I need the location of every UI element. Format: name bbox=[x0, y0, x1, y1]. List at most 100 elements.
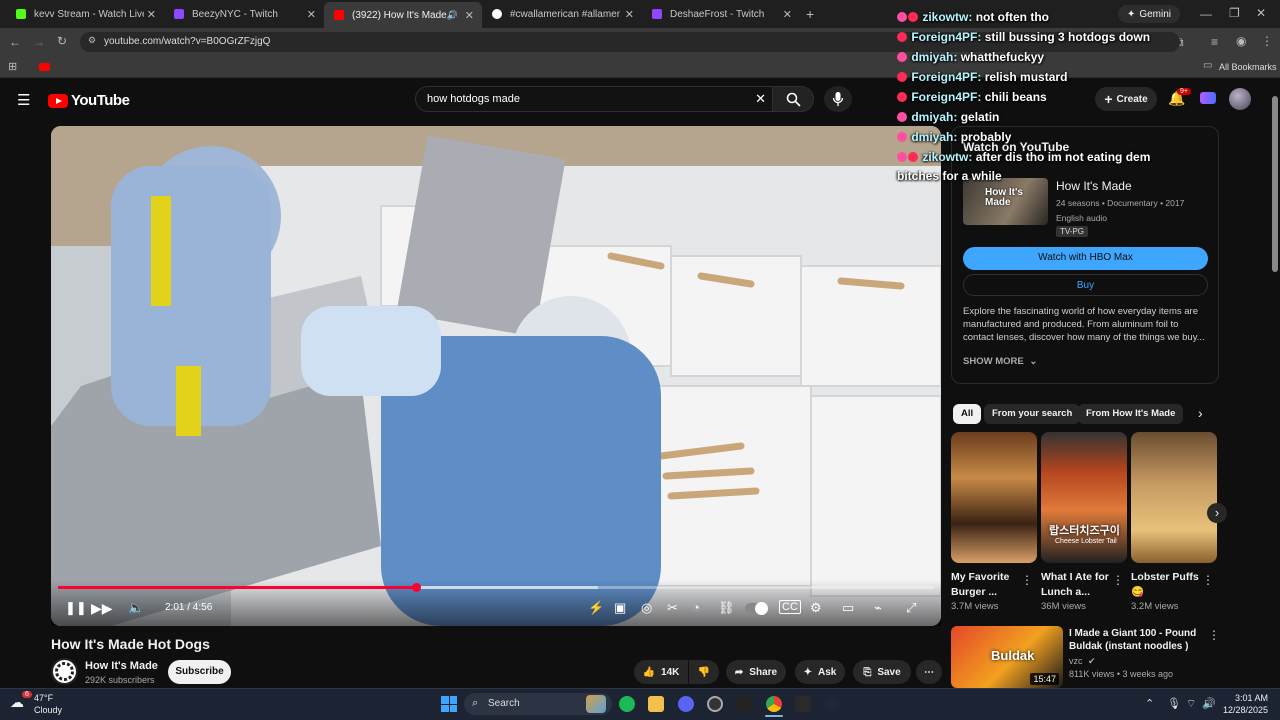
short-thumbnail-burger[interactable] bbox=[951, 432, 1037, 563]
speaker-icon[interactable]: 🔊 bbox=[1202, 697, 1216, 710]
more-actions-button[interactable]: ⋯ bbox=[916, 660, 942, 684]
captions-icon[interactable]: CC bbox=[779, 600, 801, 614]
youtube-premium-icon[interactable] bbox=[1200, 92, 1216, 104]
progress-scrubber[interactable] bbox=[412, 583, 421, 592]
youtube-bookmark-icon[interactable] bbox=[39, 63, 50, 71]
close-tab-icon[interactable]: ✕ bbox=[783, 8, 792, 21]
menu-icon[interactable]: ⋮ bbox=[1261, 34, 1273, 48]
chip-all[interactable]: All bbox=[953, 404, 982, 424]
new-tab-icon[interactable]: + bbox=[806, 6, 814, 22]
forward-icon[interactable]: → bbox=[33, 35, 45, 49]
avatar[interactable] bbox=[1229, 88, 1251, 110]
more-vertical-icon[interactable]: ⋮ bbox=[1021, 573, 1033, 587]
autoplay-toggle[interactable] bbox=[745, 602, 768, 615]
settings-gear-icon[interactable]: ⚙ bbox=[810, 600, 822, 616]
miniplayer-lightning-icon[interactable]: ⚡ bbox=[588, 600, 604, 616]
audio-playing-icon[interactable]: 🔊 bbox=[447, 10, 458, 21]
buy-button[interactable]: Buy bbox=[963, 274, 1208, 296]
weather-condition[interactable]: Cloudy bbox=[34, 705, 62, 715]
search-button[interactable] bbox=[772, 86, 814, 112]
like-button[interactable]: 👍 14K bbox=[634, 660, 688, 684]
chrome-icon[interactable] bbox=[766, 696, 782, 712]
show-thumbnail[interactable]: How It's Made bbox=[963, 178, 1048, 225]
recommended-channel[interactable]: vzc ✔ bbox=[1069, 656, 1096, 667]
pause-icon[interactable]: ❚❚ bbox=[65, 600, 87, 616]
clock-date[interactable]: 12/28/2025 bbox=[1218, 705, 1268, 715]
search-input[interactable]: how hotdogs made ✕ bbox=[415, 86, 775, 112]
theater-mode-icon[interactable]: ▭ bbox=[842, 600, 854, 616]
site-info-icon[interactable]: ⚙ bbox=[88, 35, 96, 46]
app-icon[interactable] bbox=[795, 696, 811, 712]
hamburger-menu-icon[interactable]: ☰ bbox=[17, 91, 30, 109]
link-icon[interactable]: ⛓ bbox=[718, 600, 735, 616]
show-hidden-icons-chevron-icon[interactable]: ⌃ bbox=[1145, 697, 1154, 710]
subscribe-button[interactable]: Subscribe bbox=[168, 660, 231, 684]
github-icon[interactable] bbox=[707, 696, 723, 712]
voice-search-button[interactable] bbox=[824, 86, 852, 112]
share-button[interactable]: ➦ Share bbox=[726, 660, 786, 684]
tab-kick[interactable]: kevv Stream - Watch Live on Ki ✕ bbox=[6, 4, 164, 24]
channel-avatar[interactable] bbox=[51, 658, 78, 685]
more-vertical-icon[interactable]: ⋮ bbox=[1202, 573, 1214, 587]
gemini-button[interactable]: ✦ Gemini bbox=[1118, 5, 1180, 23]
shorts-next-icon[interactable]: › bbox=[1207, 503, 1227, 523]
clock-time[interactable]: 3:01 AM bbox=[1218, 693, 1268, 703]
speed-icon[interactable]: ◔ bbox=[692, 600, 700, 615]
chip-from-your-search[interactable]: From your search bbox=[984, 404, 1081, 424]
video-player[interactable] bbox=[51, 126, 941, 626]
clear-search-icon[interactable]: ✕ bbox=[755, 91, 766, 107]
more-vertical-icon[interactable]: ⋮ bbox=[1112, 573, 1124, 587]
reading-list-icon[interactable]: ≡ bbox=[1211, 35, 1218, 49]
close-tab-icon[interactable]: ✕ bbox=[147, 8, 156, 21]
create-button[interactable]: + Create bbox=[1095, 87, 1157, 111]
channel-name[interactable]: How It's Made bbox=[85, 660, 158, 672]
close-tab-icon[interactable]: ✕ bbox=[307, 8, 316, 21]
show-title[interactable]: How It's Made bbox=[1056, 179, 1132, 193]
apps-icon[interactable]: ⊞ bbox=[8, 60, 17, 73]
wifi-icon[interactable]: ⌔ bbox=[1186, 697, 1196, 711]
fullscreen-icon[interactable]: ⤢ bbox=[906, 600, 916, 616]
weather-temperature[interactable]: 47°F bbox=[34, 693, 53, 703]
chip-from-how-its-made[interactable]: From How It's Made bbox=[1078, 404, 1184, 424]
ask-button[interactable]: ✦ Ask bbox=[795, 660, 845, 684]
short-title[interactable]: My Favorite Burger ... bbox=[951, 570, 1021, 600]
short-thumbnail-lobster[interactable]: 랍스터치즈구이 Cheese Lobster Tail bbox=[1041, 432, 1127, 563]
watch-hbo-max-button[interactable]: Watch with HBO Max bbox=[963, 247, 1208, 270]
cast-icon[interactable]: ⌁ bbox=[874, 600, 882, 616]
clip-icon[interactable]: ✂ bbox=[667, 600, 678, 616]
tab-tiktok[interactable]: #cwallamerican #allamerican | ✕ bbox=[482, 4, 642, 24]
close-window-icon[interactable]: ✕ bbox=[1256, 6, 1266, 20]
back-icon[interactable]: ← bbox=[9, 35, 21, 49]
youtube-logo[interactable]: YouTube bbox=[48, 92, 130, 109]
minimize-icon[interactable]: — bbox=[1200, 7, 1212, 21]
more-vertical-icon[interactable]: ⋮ bbox=[1208, 628, 1220, 642]
steam-icon[interactable] bbox=[824, 696, 840, 712]
picture-in-picture-icon[interactable]: ▣ bbox=[614, 600, 626, 616]
short-title[interactable]: What I Ate for Lunch a... bbox=[1041, 570, 1111, 600]
discord-icon[interactable] bbox=[678, 696, 694, 712]
all-bookmarks-link[interactable]: All Bookmarks bbox=[1219, 62, 1277, 72]
chevron-right-icon[interactable]: › bbox=[1198, 405, 1203, 421]
close-tab-icon[interactable]: ✕ bbox=[625, 8, 634, 21]
close-tab-icon[interactable]: ✕ bbox=[465, 9, 474, 22]
windows-start-icon[interactable] bbox=[441, 696, 457, 712]
next-icon[interactable]: ▶▶ bbox=[91, 600, 113, 617]
taskbar-search[interactable]: ⌕ Search bbox=[464, 693, 612, 715]
epic-games-icon[interactable] bbox=[736, 696, 752, 712]
short-title[interactable]: Lobster Puffs 😋 bbox=[1131, 570, 1201, 600]
spotify-icon[interactable] bbox=[619, 696, 635, 712]
volume-icon[interactable]: 🔈 bbox=[128, 600, 144, 616]
save-button[interactable]: ⎘ Save bbox=[853, 660, 911, 684]
autodub-icon[interactable]: ◎ bbox=[641, 600, 652, 616]
profile-icon[interactable]: ◉ bbox=[1236, 34, 1246, 48]
file-explorer-icon[interactable] bbox=[648, 696, 664, 712]
show-more-button[interactable]: SHOW MORE ⌄ bbox=[963, 356, 1037, 367]
tab-beezynyc[interactable]: BeezyNYC - Twitch ✕ bbox=[164, 4, 324, 24]
scrollbar-thumb[interactable] bbox=[1272, 96, 1278, 272]
reload-icon[interactable]: ↻ bbox=[57, 34, 67, 48]
microphone-icon[interactable]: 🎙 bbox=[1167, 697, 1181, 710]
recommended-video-thumbnail[interactable]: Buldak 15:47 bbox=[951, 626, 1063, 688]
tab-youtube-active[interactable]: (3922) How It's Made Hot D 🔊 ✕ bbox=[324, 2, 482, 28]
tab-deshaefrost[interactable]: DeshaeFrost - Twitch ✕ bbox=[642, 4, 800, 24]
maximize-icon[interactable]: ❐ bbox=[1229, 6, 1240, 20]
